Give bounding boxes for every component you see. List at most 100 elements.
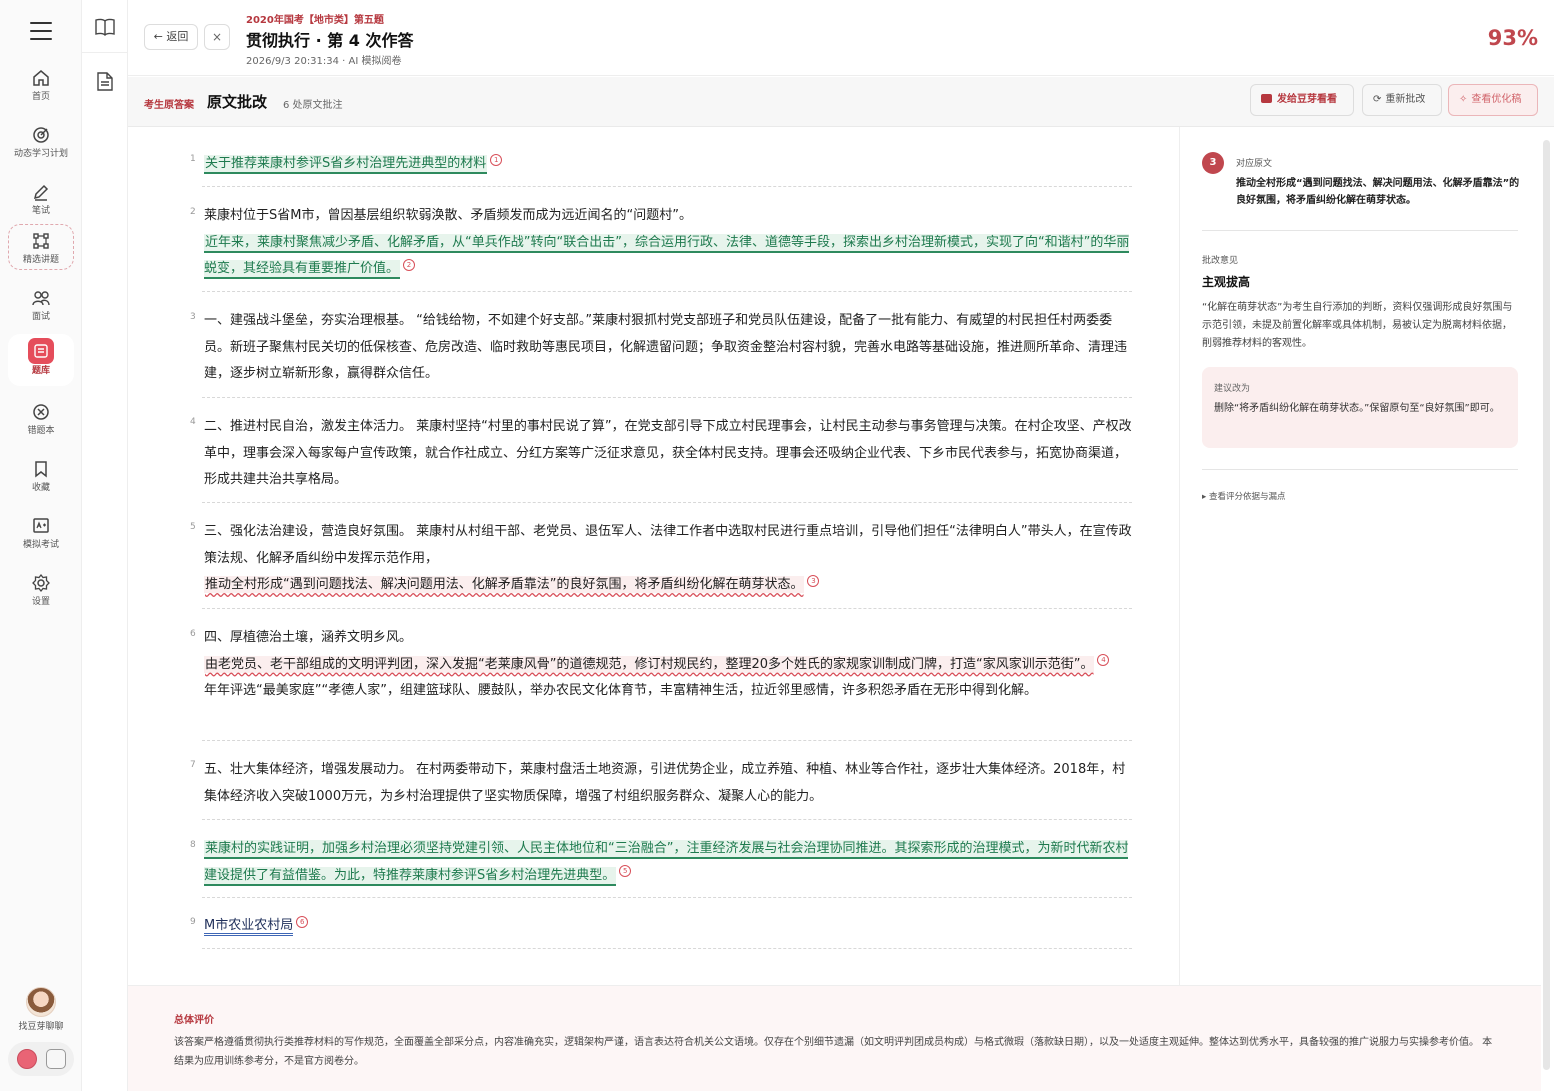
regrade-label: 重新批改	[1385, 94, 1426, 105]
paragraph-2: 莱康村位于S省M市，曾因基层组织软弱涣散、矛盾频发而成为远近闻名的“问题村”。 …	[204, 203, 1132, 283]
nav-item-plan[interactable]: 动态学习计划	[8, 119, 74, 167]
question-source: 2020年国考【地市类】第五题	[246, 15, 384, 26]
divider	[202, 186, 1132, 187]
avatar-label[interactable]: 找豆芽聊聊	[0, 1019, 82, 1032]
paragraph-number: 9	[190, 917, 196, 927]
annotation-highlight[interactable]: 莱康村的实践证明，加强乡村治理必须坚持党建引领、人民主体地位和“三治融合”，注重…	[204, 840, 1129, 886]
annotation-highlight-error[interactable]: 由老党员、老干部组成的文明评判团，深入发掘“老莱康风骨”的道德规范，修订村规民约…	[204, 655, 1095, 673]
record-button[interactable]	[17, 1049, 37, 1069]
paragraph-text: 四、厚植德治土壤，涵养文明乡风。	[204, 630, 413, 645]
annotation-marker[interactable]: 3	[807, 574, 820, 587]
nav-label: 错题本	[27, 426, 55, 436]
divider	[202, 897, 1132, 898]
close-button[interactable]: ×	[204, 24, 230, 50]
regrade-button[interactable]: ⟳ 重新批改	[1362, 84, 1442, 116]
annotation-marker[interactable]: 6	[296, 915, 309, 928]
scoring-basis-toggle[interactable]: ▸ 查看评分依据与漏点	[1202, 490, 1285, 502]
overall-evaluation: 总体评价 该答案严格遵循贯彻执行类推荐材料的写作规范，全面覆盖全部采分点，内容准…	[128, 985, 1541, 1091]
paragraph-text: 三、强化法治建设，营造良好氛围。 莱康村从村组干部、老党员、退伍军人、法律工作者…	[204, 524, 1132, 566]
avatar[interactable]	[26, 987, 56, 1017]
exam-icon	[33, 518, 49, 533]
paragraph-3: 一、建强战斗堡垒，夯实治理根基。 “给钱给物，不如建个好支部。”莱康村狠抓村党支…	[204, 313, 1128, 381]
annotation-highlight-format[interactable]: M市农业农村局	[204, 918, 294, 936]
paragraph-number: 7	[190, 760, 196, 770]
summary-title: 总体评价	[174, 1015, 214, 1026]
refresh-icon: ⟳	[1373, 94, 1382, 105]
nav-label: 首页	[31, 92, 50, 102]
nav-item-wrongbook[interactable]: 错题本	[8, 396, 74, 444]
suggestion-box: 建议改为 删除“将矛盾纠纷化解在萌芽状态。”保留原句至“良好氛围”即可。	[1202, 367, 1518, 448]
nav-label: 设置	[31, 597, 50, 607]
annotation-highlight-error[interactable]: 推动全村形成“遇到问题找法、解决问题用法、化解矛盾靠法”的良好氛围，将矛盾纠纷化…	[204, 576, 805, 593]
nav-item-interview[interactable]: 面试	[8, 282, 74, 330]
annotation-marker[interactable]: 1	[490, 153, 503, 166]
view-optimized-button[interactable]: ✧ 查看优化稿	[1448, 84, 1538, 116]
paragraph-number: 4	[190, 417, 196, 427]
send-label: 发给豆芽看看	[1277, 94, 1337, 105]
page-header: ← 返回 × 2020年国考【地市类】第五题 贯彻执行 · 第 4 次作答 20…	[128, 0, 1554, 76]
target-icon	[33, 127, 49, 143]
nav-item-favorites[interactable]: 收藏	[8, 453, 74, 501]
back-button[interactable]: ← 返回	[144, 24, 198, 50]
comment-body: “化解在萌芽状态”为考生自行添加的判断，资料仅强调形成良好氛围与示范引领，未提及…	[1202, 302, 1513, 349]
divider	[202, 291, 1132, 292]
annotation-detail-panel: 3 对应原文 推动全村形成“遇到问题找法、解决问题用法、化解矛盾靠法”的良好氛围…	[1179, 127, 1541, 985]
original-label: 对应原文	[1236, 159, 1273, 169]
menu-icon[interactable]	[30, 22, 52, 40]
divider	[202, 948, 1132, 949]
nav-item-written[interactable]: 笔试	[8, 176, 74, 224]
divider	[202, 397, 1132, 398]
paragraph-text: 年年评选“最美家庭”“孝德人家”，组建篮球队、腰鼓队，举办农民文化体育节，丰富精…	[204, 683, 1037, 698]
nav-item-lectures[interactable]: 精选讲题	[8, 224, 74, 270]
nav-item-settings[interactable]: 设置	[8, 567, 74, 615]
answer-document: 1 关于推荐莱康村参评S省乡村治理先进典型的材料 1 2 莱康村位于S省M市，曾因…	[128, 127, 1179, 985]
chat-icon	[1261, 94, 1272, 103]
nav-label: 题库	[31, 366, 50, 376]
comment-heading: 主观拔高	[1202, 275, 1251, 289]
divider	[202, 819, 1132, 820]
divider	[1202, 469, 1518, 470]
paragraph-number: 1	[190, 154, 196, 164]
nav-label: 笔试	[31, 206, 50, 216]
paragraph-9: M市农业农村局 6	[204, 913, 1132, 940]
answer-tag: 考生原答案	[144, 100, 194, 111]
paragraph-8: 莱康村的实践证明，加强乡村治理必须坚持党建引领、人民主体地位和“三治融合”，注重…	[204, 836, 1132, 889]
theme-switch	[8, 1042, 74, 1076]
paragraph-number: 8	[190, 840, 196, 850]
comment-label: 批改意见	[1202, 256, 1239, 266]
paragraph-6: 四、厚植德治土壤，涵养文明乡风。 由老党员、老干部组成的文明评判团，深入发掘“老…	[204, 625, 1132, 705]
paragraph-5: 三、强化法治建设，营造良好氛围。 莱康村从村组干部、老党员、退伍军人、法律工作者…	[204, 519, 1132, 599]
section-title: 原文批改	[207, 93, 268, 111]
document-icon[interactable]	[97, 72, 113, 91]
scrollbar[interactable]	[1543, 140, 1550, 1070]
window-toggle-button[interactable]	[46, 1049, 66, 1069]
suggestion-label: 建议改为	[1214, 384, 1251, 394]
annotation-marker[interactable]: 4	[1097, 654, 1110, 667]
bookmark-icon	[35, 461, 47, 478]
book-icon[interactable]	[95, 18, 115, 36]
original-quote: 推动全村形成“遇到问题找法、解决问题用法、化解矛盾靠法”的良好氛围，将矛盾纠纷化…	[1236, 178, 1520, 206]
annotation-number-badge: 3	[1202, 152, 1224, 174]
annotation-highlight[interactable]: 近年来，莱康村聚焦减少矛盾、化解矛盾，从“单兵作战”转向“联合出击”，综合运用行…	[204, 233, 1130, 279]
page-title: 贯彻执行 · 第 4 次作答	[246, 31, 414, 50]
divider	[1202, 230, 1518, 231]
annotation-marker[interactable]: 5	[619, 865, 632, 878]
paragraph-number: 2	[190, 207, 196, 217]
nav-item-question-bank[interactable]: 题库	[8, 334, 74, 386]
score: 93%	[1487, 26, 1538, 50]
divider	[202, 740, 1132, 741]
annotation-marker[interactable]: 2	[403, 258, 416, 271]
nav-item-home[interactable]: 首页	[8, 62, 74, 110]
tool-rail	[82, 0, 128, 1091]
paragraph-number: 3	[190, 312, 196, 322]
nav-item-mock-exam[interactable]: 模拟考试	[8, 510, 74, 558]
nav-label: 动态学习计划	[13, 149, 68, 159]
x-circle-icon	[33, 404, 49, 420]
summary-body: 该答案严格遵循贯彻执行类推荐材料的写作规范，全面覆盖全部采分点，内容准确充实，逻…	[174, 1037, 1493, 1067]
attempt-meta: 2026/9/3 20:31:34 · AI 模拟阅卷	[246, 56, 402, 67]
send-button[interactable]: 发给豆芽看看	[1250, 84, 1354, 116]
nodes-icon	[33, 233, 49, 249]
nav-label: 精选讲题	[22, 255, 59, 265]
paragraph-4: 二、推进村民自治，激发主体活力。 莱康村坚持“村里的事村民说了算”，在党支部引导…	[204, 419, 1132, 487]
annotation-highlight[interactable]: 关于推荐莱康村参评S省乡村治理先进典型的材料	[204, 155, 488, 174]
